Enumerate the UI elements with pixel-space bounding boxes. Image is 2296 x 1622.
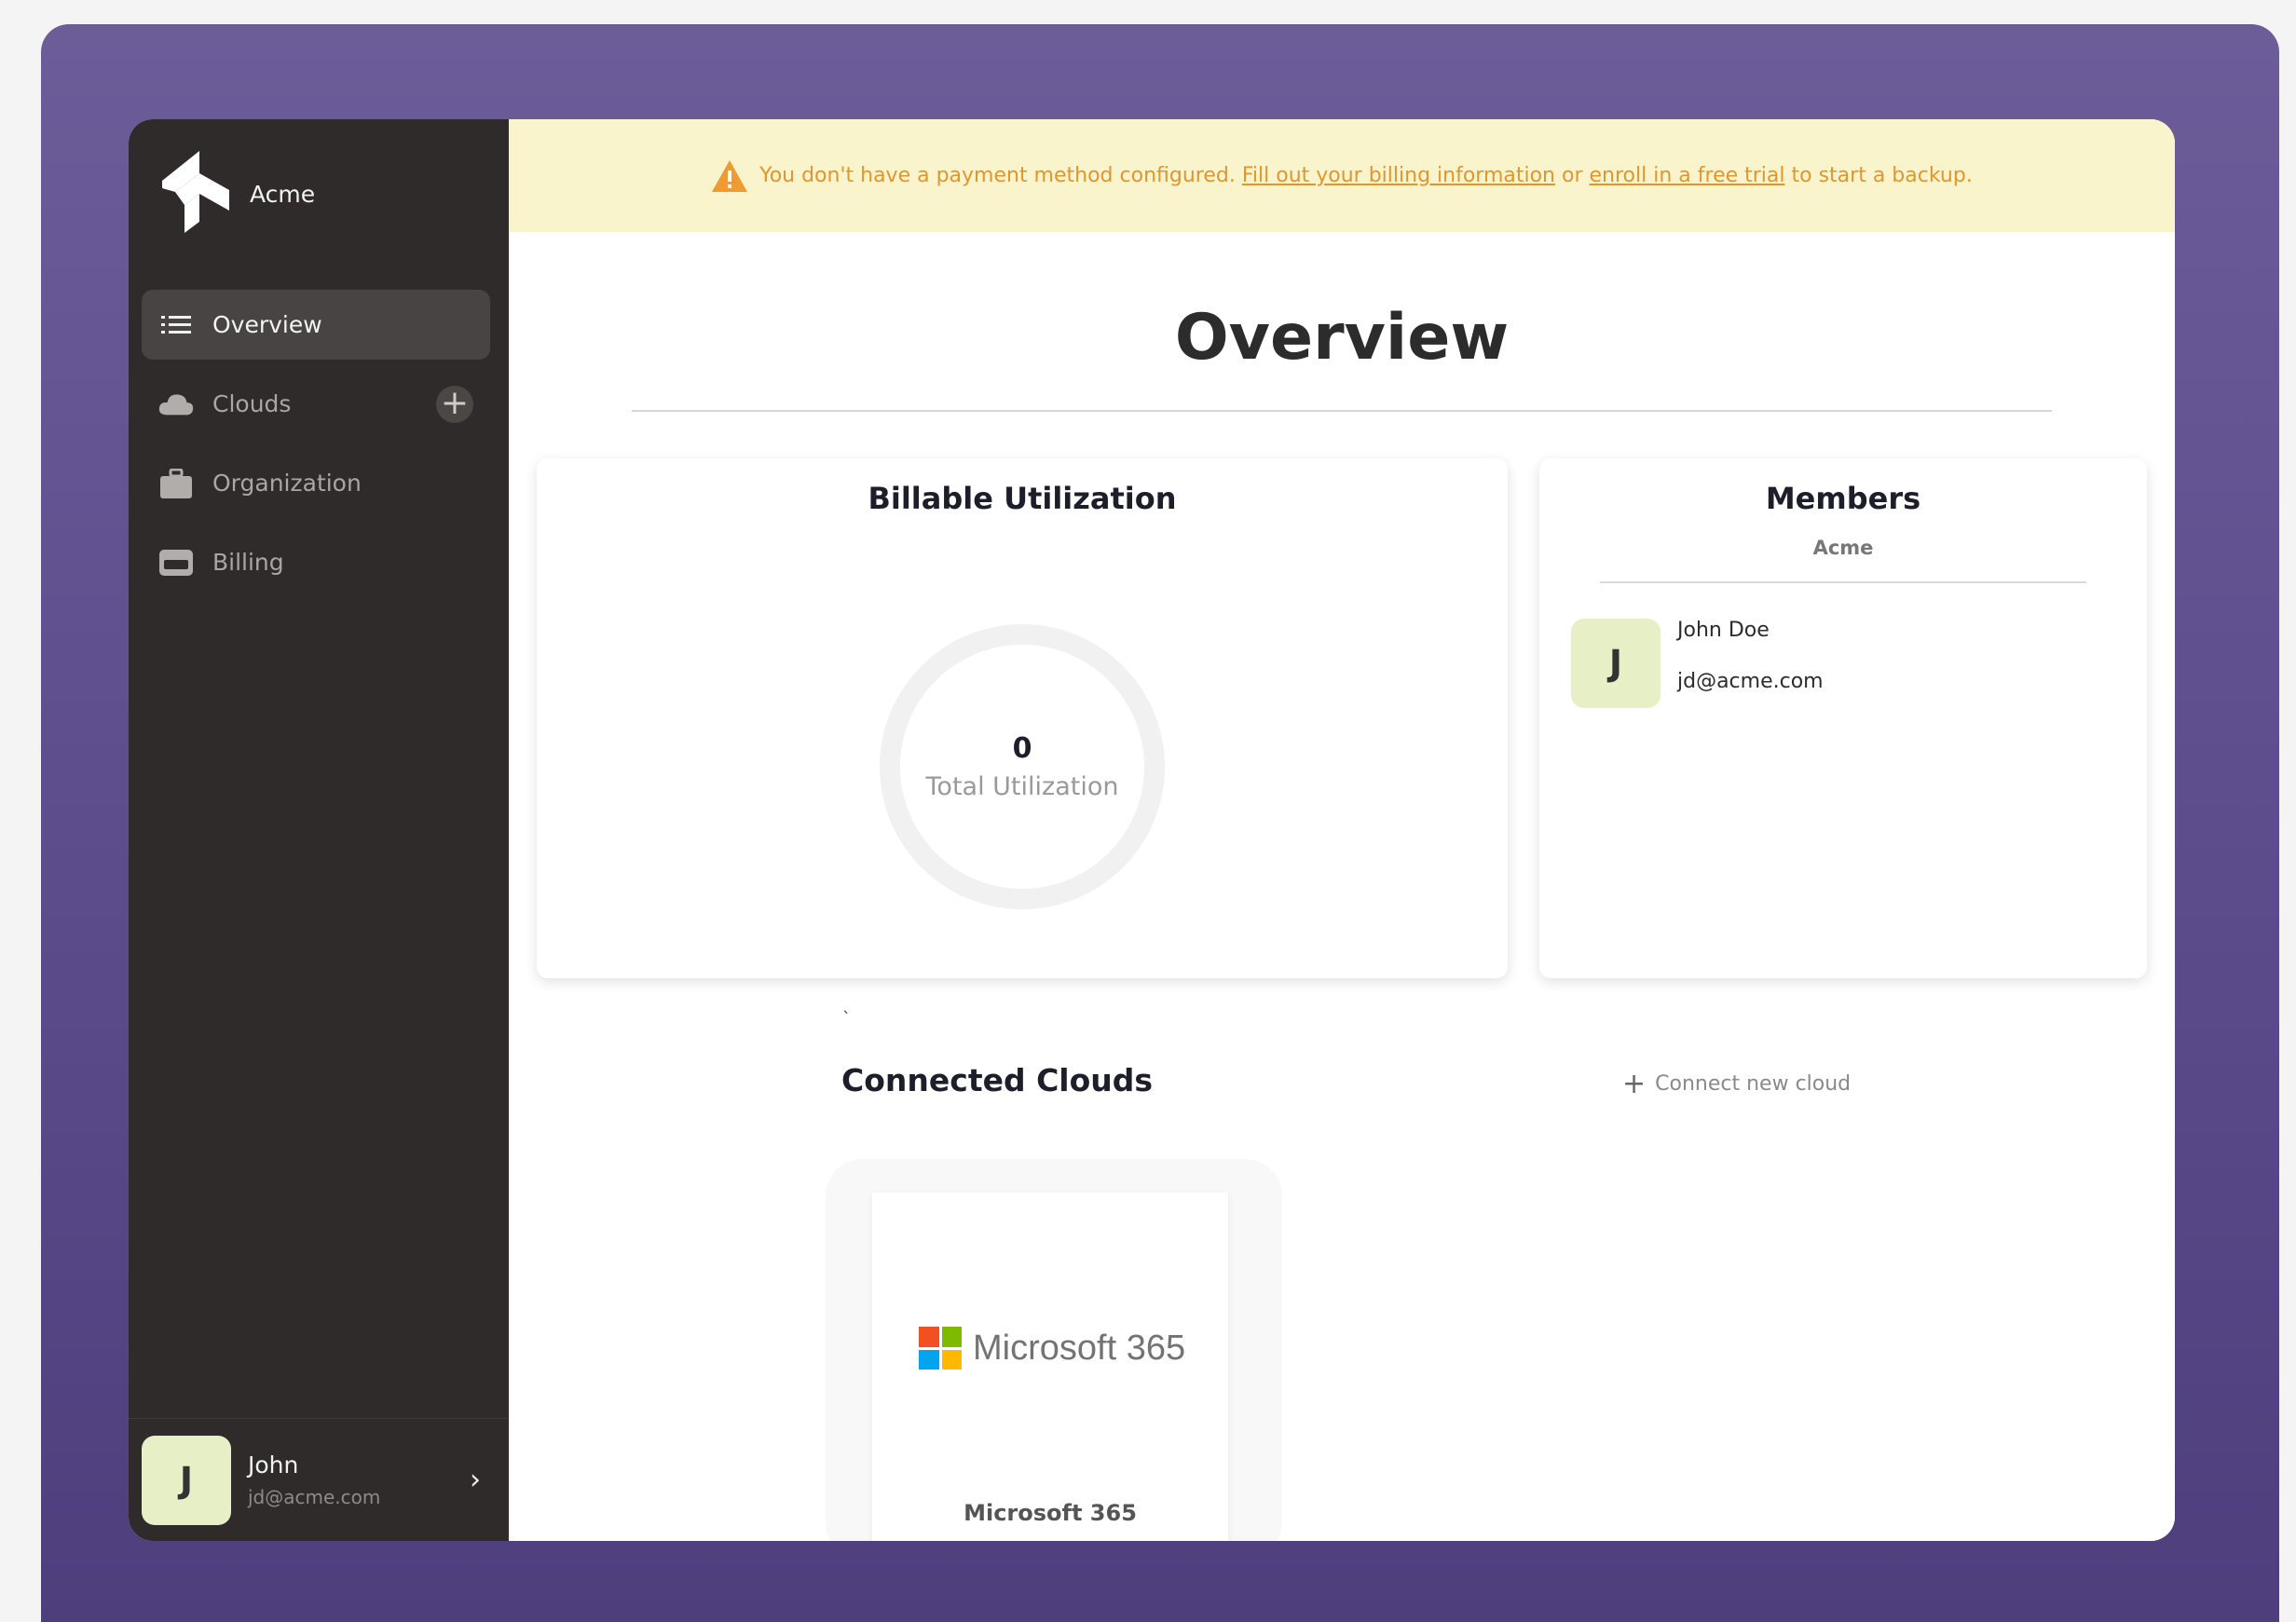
sidebar-item-label: Overview xyxy=(212,311,322,338)
sidebar-item-organization[interactable]: Organization xyxy=(142,448,490,518)
user-text: John jd@acme.com xyxy=(248,1452,380,1508)
billable-utilization-card: Billable Utilization 0 Total Utilization xyxy=(537,458,1508,978)
member-info: John Doe jd@acme.com xyxy=(1677,619,1824,708)
microsoft-logo-text: Microsoft 365 xyxy=(973,1328,1186,1368)
add-cloud-button[interactable]: + xyxy=(436,385,473,423)
member-row[interactable]: J John Doe jd@acme.com xyxy=(1571,619,1824,708)
warning-icon xyxy=(712,159,748,192)
plus-icon: + xyxy=(1622,1068,1647,1100)
user-name: John xyxy=(248,1452,299,1479)
billing-info-link[interactable]: Fill out your billing information xyxy=(1242,164,1555,187)
sidebar-item-label: Organization xyxy=(212,470,362,497)
connected-clouds-title: Connected Clouds xyxy=(841,1062,1154,1098)
members-card: Members Acme J John Doe jd@acme.com xyxy=(1539,458,2147,978)
free-trial-link[interactable]: enroll in a free trial xyxy=(1590,164,1785,187)
banner-or-text: or xyxy=(1562,164,1583,187)
app-window: Acme Overview Clouds + Organization Bill… xyxy=(129,119,2175,1541)
brand-logo-icon xyxy=(162,151,229,233)
members-title: Members xyxy=(1765,481,1921,516)
utilization-value: 0 xyxy=(1012,732,1032,765)
sidebar-item-label: Clouds xyxy=(212,390,292,417)
banner-text: You don't have a payment method configur… xyxy=(759,164,1236,187)
utilization-label: Total Utilization xyxy=(925,772,1119,801)
cloud-icon xyxy=(158,387,194,422)
cloud-card-microsoft-365[interactable]: Microsoft 365 Microsoft 365 xyxy=(872,1193,1228,1541)
sidebar-item-label: Billing xyxy=(212,549,284,576)
user-profile[interactable]: J John jd@acme.com › xyxy=(129,1418,509,1541)
banner-tail-text: to start a backup. xyxy=(1791,164,1973,187)
stray-mark: ` xyxy=(842,1009,851,1029)
member-name: John Doe xyxy=(1677,619,1770,642)
cloud-caption: Microsoft 365 xyxy=(964,1500,1137,1526)
sidebar-item-clouds[interactable]: Clouds + xyxy=(142,369,490,439)
avatar: J xyxy=(142,1435,231,1525)
main-content: You don't have a payment method configur… xyxy=(509,119,2175,1541)
connect-new-cloud-label: Connect new cloud xyxy=(1655,1072,1852,1096)
briefcase-icon xyxy=(158,466,194,501)
member-email: jd@acme.com xyxy=(1677,670,1824,693)
utilization-ring: 0 Total Utilization xyxy=(880,624,1165,909)
microsoft-logo: Microsoft 365 xyxy=(919,1327,1185,1370)
chevron-right-icon[interactable]: › xyxy=(470,1464,481,1496)
credit-card-icon xyxy=(158,545,194,580)
sidebar-nav: Overview Clouds + Organization Billing xyxy=(142,290,490,607)
members-org: Acme xyxy=(1812,537,1874,559)
payment-warning-banner: You don't have a payment method configur… xyxy=(509,119,2175,232)
microsoft-grid-icon xyxy=(919,1327,962,1370)
brand-name: Acme xyxy=(250,180,316,208)
user-email: jd@acme.com xyxy=(248,1486,381,1508)
title-divider xyxy=(632,410,2052,412)
list-icon xyxy=(158,307,194,343)
connect-new-cloud-button[interactable]: + Connect new cloud xyxy=(1622,1068,1851,1100)
sidebar-item-billing[interactable]: Billing xyxy=(142,527,490,597)
brand[interactable]: Acme xyxy=(158,149,315,235)
page-title: Overview xyxy=(1174,301,1510,375)
members-divider xyxy=(1600,581,2086,583)
sidebar-item-overview[interactable]: Overview xyxy=(142,290,490,360)
member-avatar: J xyxy=(1571,619,1660,708)
utilization-title: Billable Utilization xyxy=(868,481,1177,516)
sidebar: Acme Overview Clouds + Organization Bill… xyxy=(129,119,509,1541)
